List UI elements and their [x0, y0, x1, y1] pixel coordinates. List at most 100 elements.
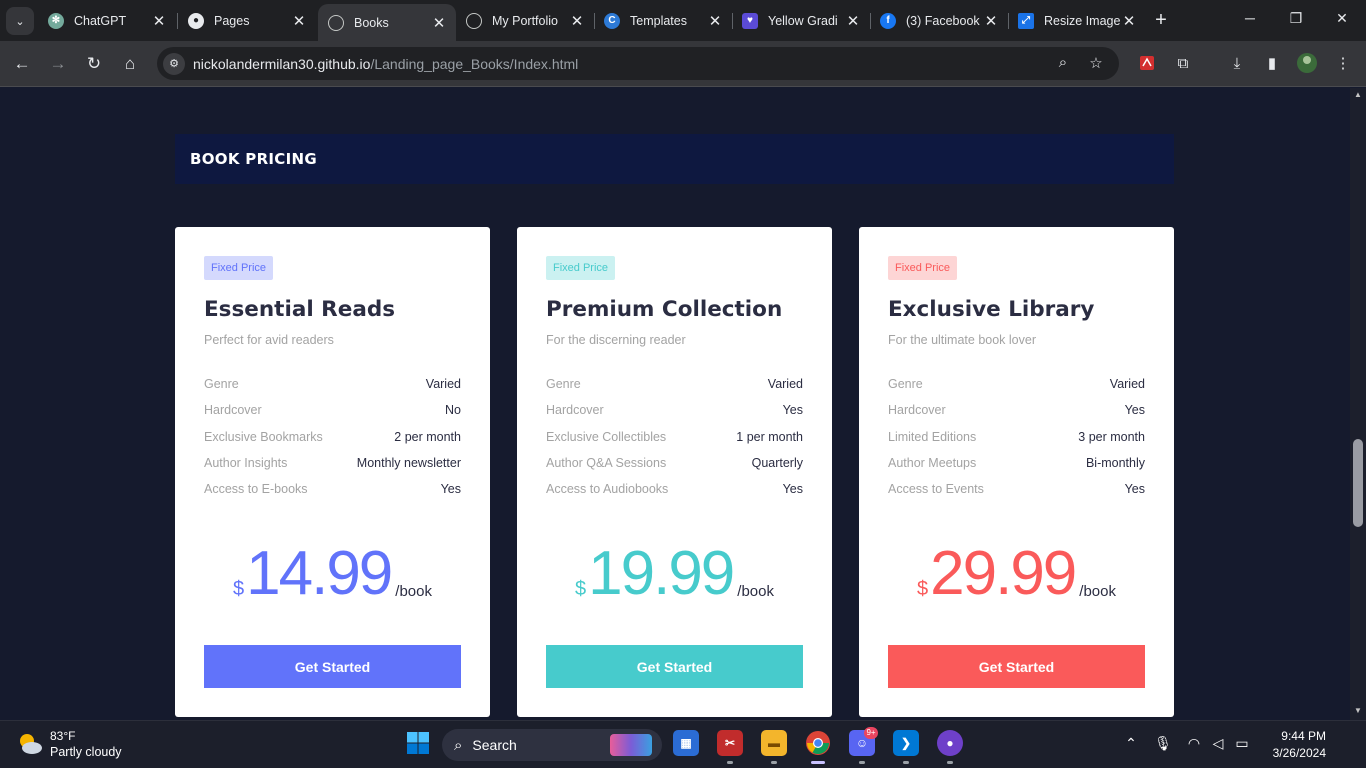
get-started-button[interactable]: Get Started: [546, 645, 803, 688]
feature-name: Hardcover: [204, 403, 262, 418]
zoom-search-icon[interactable]: ⌕: [1053, 54, 1073, 71]
weather-partly-cloudy-icon[interactable]: [16, 730, 44, 758]
feature-row: Genre Varied: [204, 377, 461, 403]
menu-kebab-icon[interactable]: ⋮: [1332, 52, 1354, 74]
feature-value: 1 per month: [736, 429, 803, 444]
site-info-icon[interactable]: ⚙: [163, 52, 185, 75]
close-icon[interactable]: ✕: [844, 12, 862, 30]
extensions-puzzle-icon[interactable]: ⧉: [1172, 52, 1194, 74]
url-text[interactable]: nickolandermilan30.github.io/Landing_pag…: [193, 56, 578, 72]
vscode-icon[interactable]: ❯: [893, 730, 919, 756]
bookmark-star-icon[interactable]: ☆: [1086, 54, 1106, 72]
chrome-icon[interactable]: [805, 730, 831, 756]
price-display: $29.99/book: [859, 543, 1174, 605]
microsoft-store-icon[interactable]: ▦: [673, 730, 699, 756]
github-desktop-icon[interactable]: ●: [937, 730, 963, 756]
scrollbar-thumb[interactable]: [1353, 439, 1363, 527]
price-display: $19.99/book: [517, 543, 832, 605]
tab-search-chevron-icon[interactable]: ⌄: [6, 7, 34, 35]
side-panel-icon[interactable]: ▮: [1261, 52, 1283, 74]
price-type-badge: Fixed Price: [888, 256, 958, 280]
tab-templates[interactable]: C Templates ✕: [594, 4, 732, 37]
feature-value: Yes: [1124, 482, 1145, 497]
get-started-button[interactable]: Get Started: [888, 645, 1145, 688]
tab-chatgpt[interactable]: ✻ ChatGPT ✕: [38, 4, 176, 37]
feature-value: Varied: [425, 377, 461, 391]
battery-icon[interactable]: ▭: [1232, 735, 1252, 752]
forward-arrow-icon[interactable]: →: [46, 52, 70, 76]
scrollbar[interactable]: ▲ ▼: [1350, 88, 1366, 720]
close-icon[interactable]: ✕: [290, 12, 308, 30]
back-arrow-icon[interactable]: ←: [10, 52, 34, 76]
tab-pages[interactable]: ● Pages ✕: [178, 4, 316, 37]
tab-title: Pages: [214, 13, 250, 28]
feature-row: Exclusive Collectibles 1 per month: [546, 430, 803, 456]
minimize-icon[interactable]: ─: [1240, 10, 1260, 26]
browser-toolbar: ← → ↻ ⌂ ⚙ nickolandermilan30.github.io/L…: [0, 41, 1366, 87]
taskbar-search-box[interactable]: ⌕ Search: [442, 729, 662, 761]
scroll-up-arrow-icon[interactable]: ▲: [1350, 90, 1366, 99]
new-tab-plus-icon[interactable]: +: [1150, 9, 1172, 31]
pdf-extension-icon[interactable]: [1136, 52, 1158, 74]
microphone-icon[interactable]: 🎙: [1153, 735, 1173, 752]
snipping-tool-icon[interactable]: ✂: [717, 730, 743, 756]
feature-row: Author Q&A Sessions Quarterly: [546, 456, 803, 482]
download-icon[interactable]: ⤓: [1226, 52, 1248, 74]
section-title: BOOK PRICING: [190, 150, 317, 168]
close-icon[interactable]: ✕: [568, 12, 586, 30]
facebook-icon: f: [880, 12, 896, 29]
app-running-indicator: [947, 761, 953, 764]
plan-title: Essential Reads: [204, 297, 396, 322]
close-icon[interactable]: ✕: [150, 12, 168, 30]
url-path: /Landing_page_Books/Index.html: [370, 55, 579, 72]
feature-row: Author Insights Monthly newsletter: [204, 456, 461, 482]
tab-title: My Portfolio: [492, 13, 558, 28]
tab-my-portfolio[interactable]: My Portfolio ✕: [456, 4, 594, 37]
weather-temperature[interactable]: 83°F: [50, 729, 75, 743]
feature-name: Genre: [546, 377, 581, 391]
feature-name: Genre: [888, 377, 923, 391]
tab-resize-image[interactable]: ⤢ Resize Image ✕: [1008, 4, 1146, 37]
feature-row: Hardcover No: [204, 403, 461, 429]
tray-overflow-chevron-icon[interactable]: ⌃: [1121, 735, 1141, 752]
scroll-down-arrow-icon[interactable]: ▼: [1350, 706, 1366, 715]
feature-name: Author Insights: [204, 455, 288, 470]
feature-value: 2 per month: [394, 429, 461, 444]
get-started-button[interactable]: Get Started: [204, 645, 461, 688]
tab-facebook[interactable]: f (3) Facebook ✕: [870, 4, 1008, 37]
feature-row: Genre Varied: [888, 377, 1145, 403]
feature-name: Genre: [204, 377, 239, 391]
close-icon[interactable]: ✕: [1120, 12, 1138, 30]
wifi-icon[interactable]: ◠: [1184, 735, 1204, 752]
tab-books[interactable]: Books ✕: [318, 4, 456, 41]
profile-avatar-icon[interactable]: [1296, 52, 1318, 74]
app-running-indicator: [727, 761, 733, 764]
home-icon[interactable]: ⌂: [118, 52, 142, 76]
feature-name: Hardcover: [888, 403, 946, 418]
close-icon[interactable]: ✕: [430, 14, 448, 32]
feature-name: Exclusive Collectibles: [546, 429, 667, 444]
feature-row: Hardcover Yes: [546, 403, 803, 429]
feature-row: Author Meetups Bi-monthly: [888, 456, 1145, 482]
close-icon[interactable]: ✕: [706, 12, 724, 30]
price-type-badge: Fixed Price: [204, 256, 274, 280]
volume-icon[interactable]: ◁: [1208, 735, 1228, 752]
canva-icon: C: [604, 12, 620, 29]
windows-start-icon[interactable]: [405, 730, 431, 756]
address-bar[interactable]: ⚙ nickolandermilan30.github.io/Landing_p…: [157, 47, 1119, 80]
price-amount: 19.99: [588, 539, 735, 608]
tab-title: (3) Facebook: [906, 13, 980, 28]
file-explorer-icon[interactable]: ▬: [761, 730, 787, 756]
restore-icon[interactable]: ❐: [1286, 10, 1306, 27]
clock-date[interactable]: 3/26/2024: [1256, 746, 1326, 760]
reload-icon[interactable]: ↻: [82, 52, 106, 76]
pricing-card: Fixed Price Exclusive Library For the ulti…: [859, 227, 1174, 717]
tab-yellow-gradient[interactable]: ♥ Yellow Gradi ✕: [732, 4, 870, 37]
window-close-icon[interactable]: ✕: [1332, 10, 1352, 27]
weather-description[interactable]: Partly cloudy: [50, 745, 122, 759]
feature-list: Genre Varied Hardcover Yes Limited Editions 3…: [888, 377, 1145, 508]
close-icon[interactable]: ✕: [982, 12, 1000, 30]
clock-time[interactable]: 9:44 PM: [1266, 729, 1326, 743]
app-running-indicator: [859, 761, 865, 764]
feature-row: Hardcover Yes: [888, 403, 1145, 429]
